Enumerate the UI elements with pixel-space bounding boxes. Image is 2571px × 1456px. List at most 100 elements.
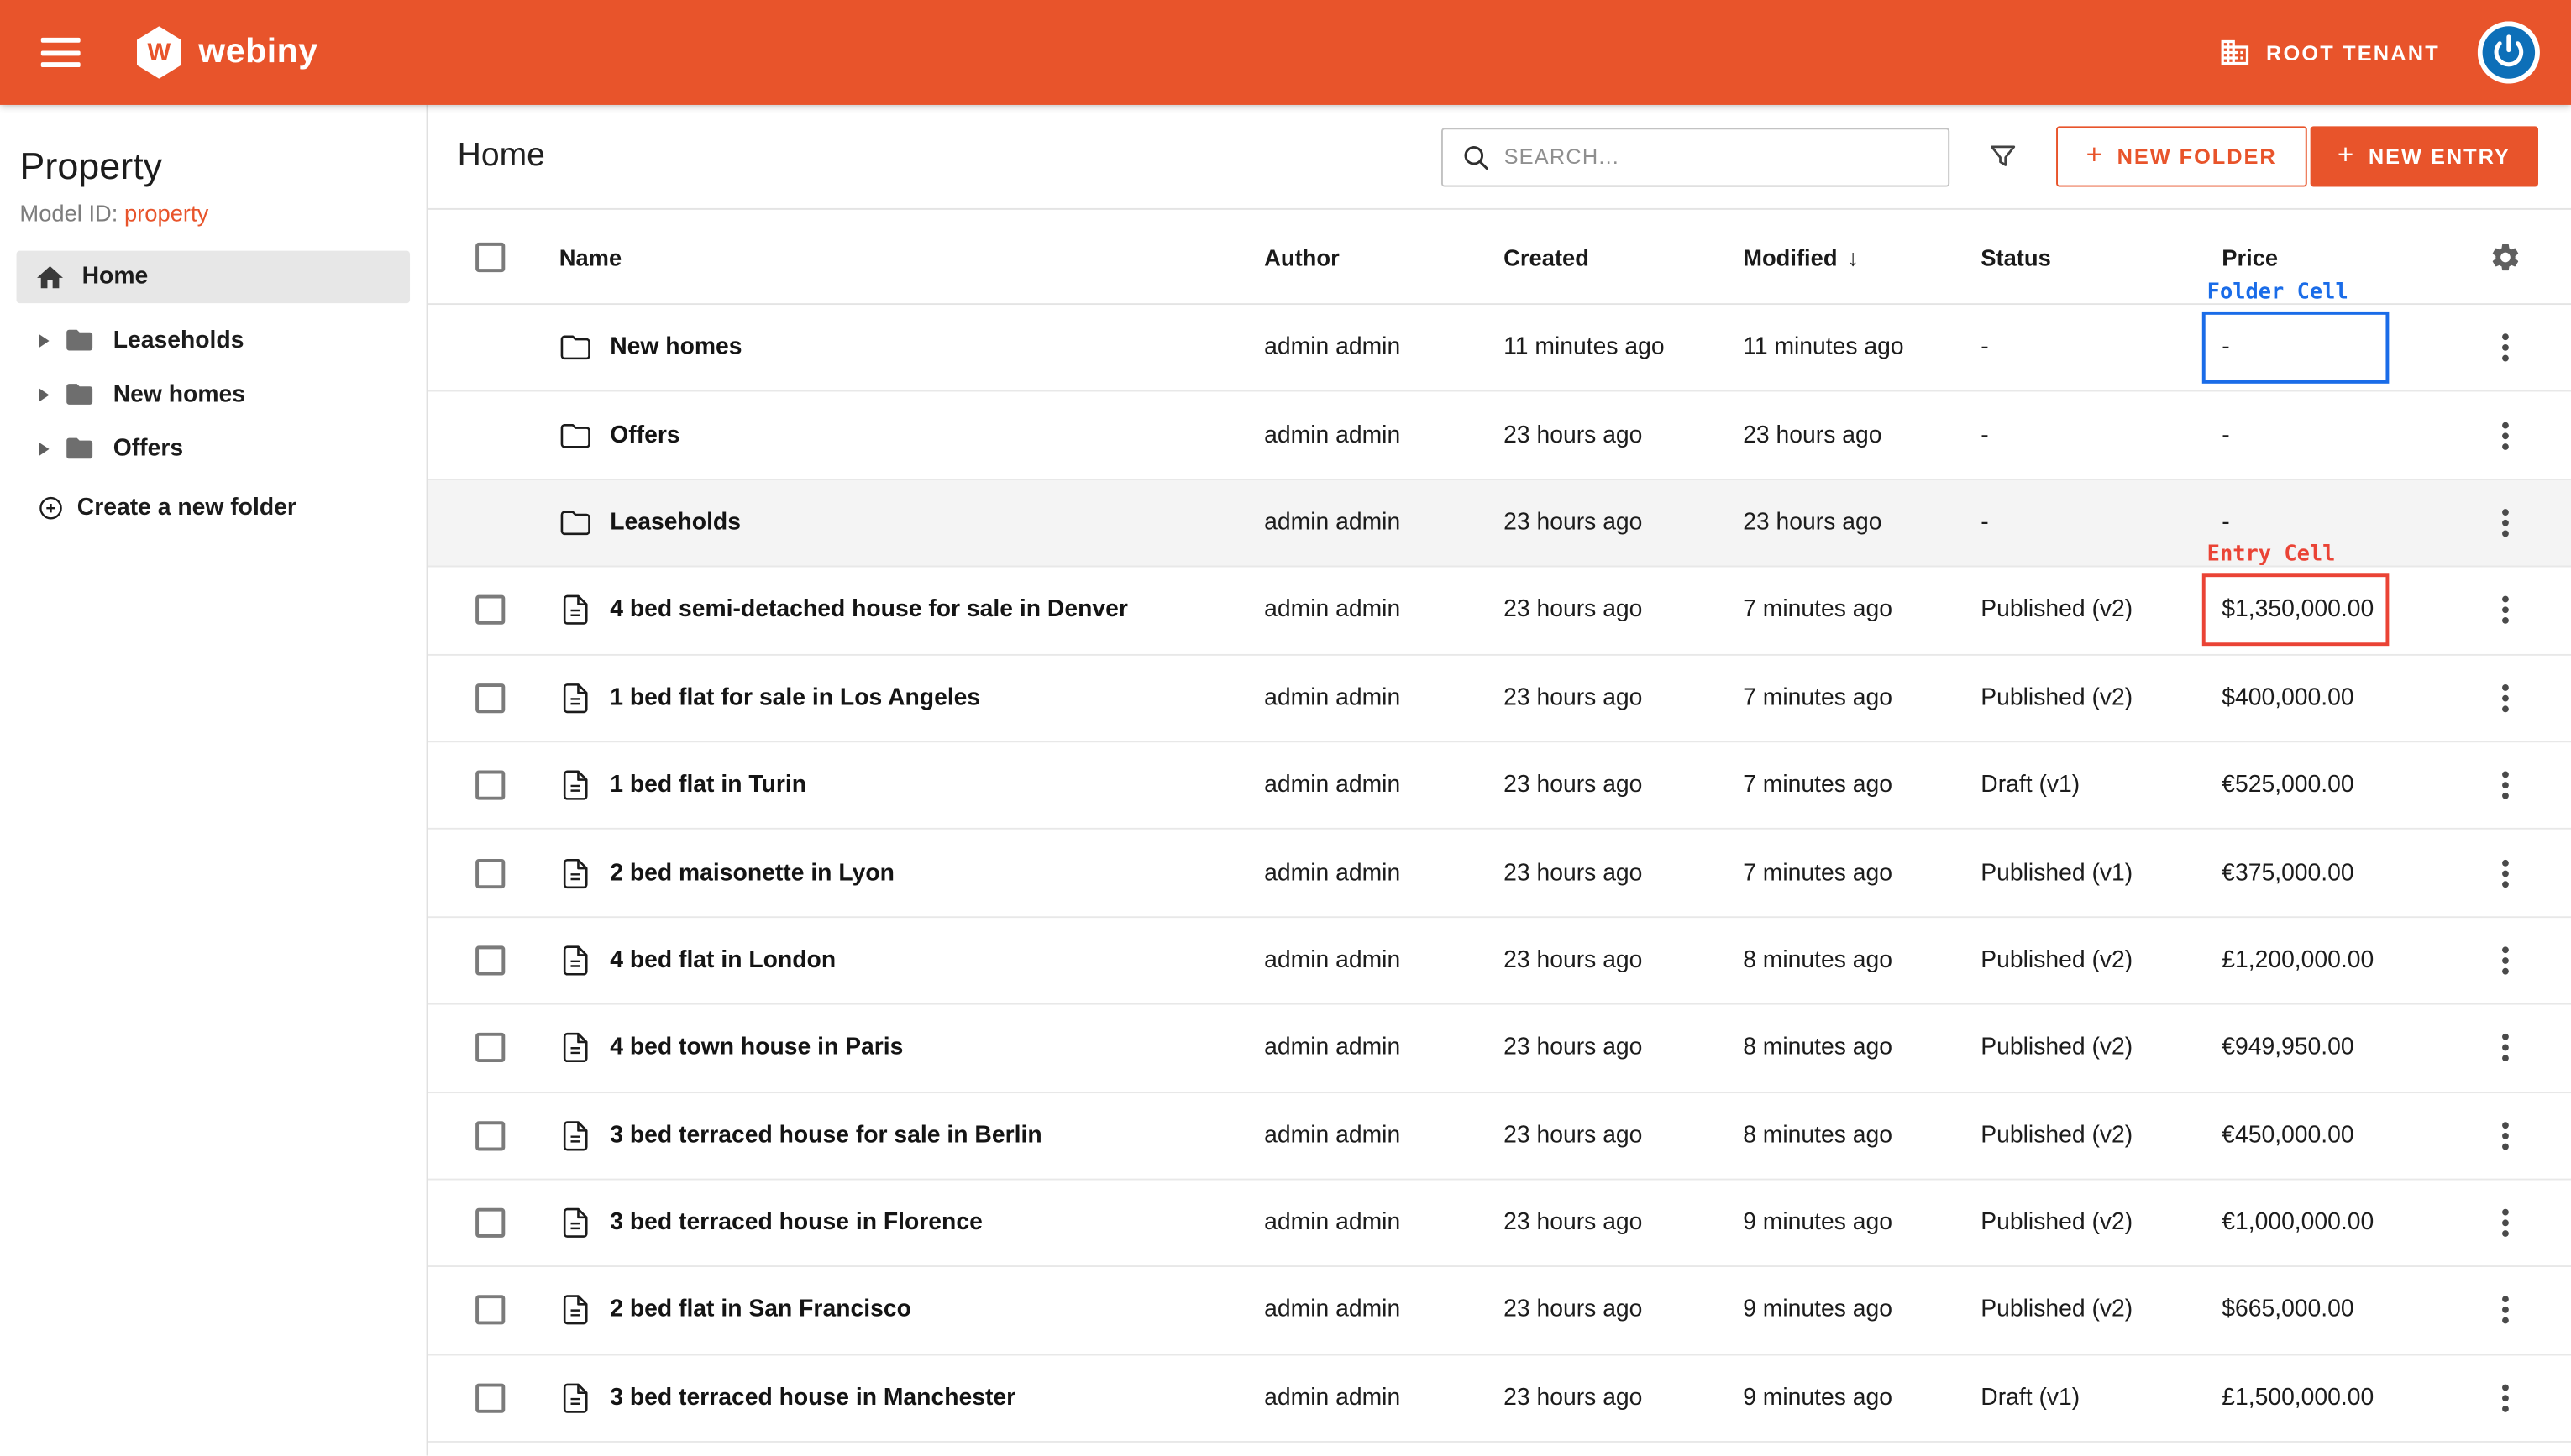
hamburger-menu-icon[interactable] <box>41 38 81 67</box>
row-checkbox[interactable] <box>475 683 505 713</box>
row-created: 23 hours ago <box>1503 742 1743 828</box>
row-name[interactable]: New homes <box>610 335 742 361</box>
row-menu-kebab-icon[interactable] <box>2486 590 2526 630</box>
table-row[interactable]: 4 bed flat in London admin admin 23 hour… <box>428 918 2571 1005</box>
chevron-right-icon[interactable] <box>39 333 50 347</box>
user-avatar[interactable] <box>2478 21 2540 83</box>
table-row[interactable]: Leaseholds admin admin 23 hours ago 23 h… <box>428 480 2571 568</box>
row-checkbox[interactable] <box>475 1121 505 1150</box>
row-created: 23 hours ago <box>1503 480 1743 566</box>
chevron-right-icon[interactable] <box>39 442 50 455</box>
sidebar-folder-offers[interactable]: Offers <box>0 422 427 475</box>
row-menu-kebab-icon[interactable] <box>2486 1116 2526 1155</box>
row-name[interactable]: 2 bed maisonette in Lyon <box>610 860 895 886</box>
row-checkbox[interactable] <box>475 1296 505 1325</box>
row-name[interactable]: 3 bed terraced house for sale in Berlin <box>610 1123 1042 1149</box>
row-status: - <box>1981 305 2222 390</box>
row-created: 11 minutes ago <box>1503 305 1743 390</box>
row-modified: 23 hours ago <box>1743 392 1981 478</box>
plus-circle-icon <box>38 495 64 521</box>
row-checkbox[interactable] <box>475 771 505 800</box>
sidebar-folder-leaseholds[interactable]: Leaseholds <box>0 313 427 367</box>
row-menu-kebab-icon[interactable] <box>2486 678 2526 718</box>
column-header-modified[interactable]: Modified ↓ <box>1743 210 1981 303</box>
row-menu-kebab-icon[interactable] <box>2486 1291 2526 1330</box>
row-menu-kebab-icon[interactable] <box>2486 1379 2526 1418</box>
row-name[interactable]: Offers <box>610 422 679 448</box>
row-modified: 23 hours ago <box>1743 480 1981 566</box>
column-header-created[interactable]: Created <box>1503 210 1743 303</box>
table-row[interactable]: 1 bed flat in Turin admin admin 23 hours… <box>428 742 2571 830</box>
table-row[interactable]: 1 bed flat for sale in Los Angeles admin… <box>428 655 2571 742</box>
sidebar-item-home[interactable]: Home <box>17 251 411 303</box>
row-price: $1,350,000.00 <box>2222 597 2374 623</box>
row-checkbox[interactable] <box>475 858 505 888</box>
row-checkbox[interactable] <box>475 595 505 625</box>
row-checkbox[interactable] <box>475 1033 505 1062</box>
table-row[interactable]: 2 bed flat in San Francisco admin admin … <box>428 1268 2571 1355</box>
sort-descending-icon[interactable]: ↓ <box>1847 244 1859 270</box>
column-header-price[interactable]: Price <box>2222 210 2473 303</box>
row-created: 23 hours ago <box>1503 568 1743 653</box>
row-menu-kebab-icon[interactable] <box>2486 328 2526 368</box>
row-menu-kebab-icon[interactable] <box>2486 416 2526 455</box>
table-row[interactable]: 2 bed maisonette in Lyon admin admin 23 … <box>428 830 2571 917</box>
table-row[interactable]: Offers admin admin 23 hours ago 23 hours… <box>428 392 2571 479</box>
row-name[interactable]: 1 bed flat for sale in Los Angeles <box>610 685 980 711</box>
row-checkbox[interactable] <box>475 1208 505 1238</box>
row-created: 23 hours ago <box>1503 1180 1743 1265</box>
new-folder-button[interactable]: + NEW FOLDER <box>2056 126 2306 186</box>
model-id-value[interactable]: property <box>124 200 208 226</box>
row-name[interactable]: 2 bed flat in San Francisco <box>610 1297 911 1323</box>
row-status: - <box>1981 392 2222 478</box>
select-all-checkbox[interactable] <box>475 242 505 271</box>
column-header-author[interactable]: Author <box>1264 210 1503 303</box>
table-body: New homes admin admin 11 minutes ago 11 … <box>428 305 2571 1443</box>
row-menu-kebab-icon[interactable] <box>2486 940 2526 980</box>
table-row[interactable]: 4 bed town house in Paris admin admin 23… <box>428 1005 2571 1092</box>
row-created: 23 hours ago <box>1503 918 1743 1003</box>
row-author: admin admin <box>1264 392 1503 478</box>
table-row[interactable]: 4 bed semi-detached house for sale in De… <box>428 568 2571 655</box>
row-checkbox[interactable] <box>475 945 505 975</box>
tenant-selector[interactable]: ROOT TENANT <box>2218 36 2440 69</box>
row-name[interactable]: 4 bed flat in London <box>610 947 836 973</box>
home-icon <box>34 261 66 292</box>
sidebar-folder-new-homes[interactable]: New homes <box>0 367 427 421</box>
chevron-right-icon[interactable] <box>39 388 50 401</box>
row-name[interactable]: 4 bed semi-detached house for sale in De… <box>610 597 1128 623</box>
row-menu-kebab-icon[interactable] <box>2486 1029 2526 1068</box>
row-menu-kebab-icon[interactable] <box>2486 766 2526 805</box>
row-status: Draft (v1) <box>1981 1355 2222 1441</box>
sidebar-folder-label: Leaseholds <box>113 327 244 353</box>
column-header-name[interactable]: Name <box>559 210 1264 303</box>
table-row[interactable]: 3 bed terraced house in Florence admin a… <box>428 1180 2571 1267</box>
sidebar: Property Model ID: property Home Leaseho… <box>0 105 428 1456</box>
row-author: admin admin <box>1264 1092 1503 1178</box>
row-name[interactable]: 1 bed flat in Turin <box>610 773 806 799</box>
plus-icon: + <box>2338 139 2355 171</box>
row-status: Published (v1) <box>1981 830 2222 915</box>
row-menu-kebab-icon[interactable] <box>2486 503 2526 542</box>
table-settings-gear-icon[interactable] <box>2489 240 2521 273</box>
column-header-status[interactable]: Status <box>1981 210 2222 303</box>
table-row[interactable]: 3 bed terraced house in Manchester admin… <box>428 1355 2571 1443</box>
table-row[interactable]: New homes admin admin 11 minutes ago 11 … <box>428 305 2571 392</box>
table-row[interactable]: 3 bed terraced house for sale in Berlin … <box>428 1092 2571 1180</box>
row-modified: 11 minutes ago <box>1743 305 1981 390</box>
row-name[interactable]: 3 bed terraced house in Manchester <box>610 1385 1015 1411</box>
row-checkbox[interactable] <box>475 1383 505 1412</box>
filter-icon[interactable] <box>1987 141 2018 172</box>
row-menu-kebab-icon[interactable] <box>2486 853 2526 893</box>
create-folder-button[interactable]: Create a new folder <box>38 495 427 521</box>
row-author: admin admin <box>1264 830 1503 915</box>
folder-icon <box>559 419 592 452</box>
document-icon <box>559 1294 592 1327</box>
row-name[interactable]: Leaseholds <box>610 510 741 536</box>
search-input[interactable] <box>1504 128 1949 184</box>
new-entry-button[interactable]: + NEW ENTRY <box>2310 126 2538 186</box>
row-menu-kebab-icon[interactable] <box>2486 1203 2526 1243</box>
row-name[interactable]: 3 bed terraced house in Florence <box>610 1210 983 1236</box>
row-name[interactable]: 4 bed town house in Paris <box>610 1034 903 1061</box>
sidebar-home-label: Home <box>82 264 149 290</box>
